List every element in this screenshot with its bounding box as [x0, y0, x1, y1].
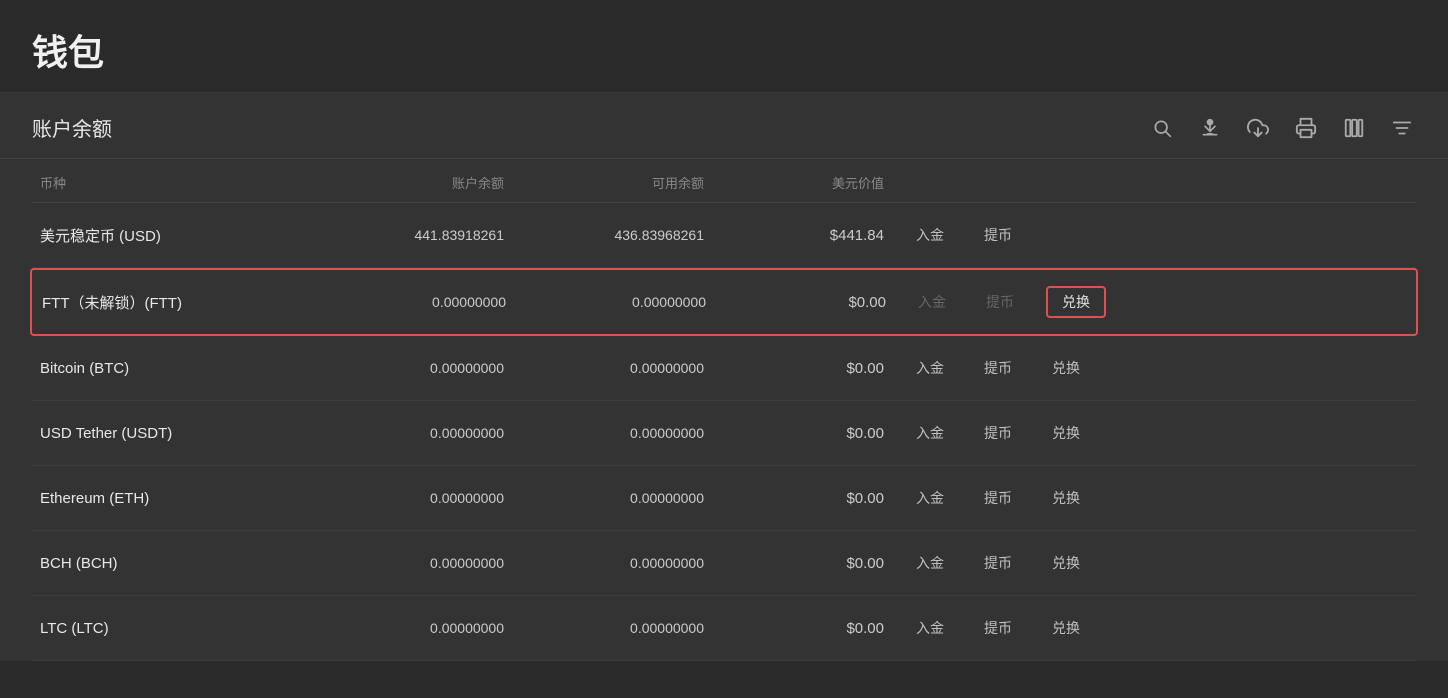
withdraw-btn-bch[interactable]: 提币 [976, 549, 1020, 577]
deposit-btn-ltc[interactable]: 入金 [908, 614, 952, 642]
table-body: 美元稳定币 (USD)441.83918261436.83968261$441.… [32, 203, 1416, 661]
deposit-btn-eth[interactable]: 入金 [908, 484, 952, 512]
available-ftt: 0.00000000 [514, 294, 714, 310]
usd-value-usd: $441.84 [712, 227, 892, 244]
actions-usd: 入金提币 [892, 221, 1416, 249]
balance-bch: 0.00000000 [312, 555, 512, 571]
column-headers: 币种 账户余额 可用余额 美元价值 [32, 159, 1416, 203]
available-btc: 0.00000000 [512, 360, 712, 376]
actions-eth: 入金提币兑换 [892, 484, 1416, 512]
withdraw-btn-eth[interactable]: 提币 [976, 484, 1020, 512]
col-currency: 币种 [32, 173, 312, 192]
balance-btc: 0.00000000 [312, 360, 512, 376]
withdraw-btn-ftt: 提币 [978, 288, 1022, 316]
currency-name-usd: 美元稳定币 (USD) [32, 225, 312, 246]
actions-ftt: 入金提币兑换 [894, 286, 1414, 318]
balance-usd: 441.83918261 [312, 227, 512, 243]
col-balance: 账户余额 [312, 173, 512, 192]
usd-value-usdt: $0.00 [712, 425, 892, 442]
usd-value-bch: $0.00 [712, 555, 892, 572]
exchange-btn-bch[interactable]: 兑换 [1044, 549, 1088, 577]
page-title: 钱包 [32, 24, 1416, 76]
deposit-btn-ftt: 入金 [910, 288, 954, 316]
table-row-usd: 美元稳定币 (USD)441.83918261436.83968261$441.… [32, 203, 1416, 268]
col-usd: 美元价值 [712, 173, 892, 192]
withdraw-btn-usd[interactable]: 提币 [976, 221, 1020, 249]
table-row-bch: BCH (BCH)0.000000000.00000000$0.00入金提币兑换 [32, 531, 1416, 596]
search-icon[interactable] [1148, 114, 1176, 142]
available-usdt: 0.00000000 [512, 425, 712, 441]
table-row-ltc: LTC (LTC)0.000000000.00000000$0.00入金提币兑换 [32, 596, 1416, 661]
download-cloud-icon[interactable] [1244, 114, 1272, 142]
download-icon[interactable] [1196, 114, 1224, 142]
section-header: 账户余额 [0, 93, 1448, 159]
table-row-btc: Bitcoin (BTC)0.000000000.00000000$0.00入金… [32, 336, 1416, 401]
usd-value-btc: $0.00 [712, 360, 892, 377]
currency-name-usdt: USD Tether (USDT) [32, 425, 312, 442]
usd-value-eth: $0.00 [712, 490, 892, 507]
available-usd: 436.83968261 [512, 227, 712, 243]
available-ltc: 0.00000000 [512, 620, 712, 636]
deposit-btn-bch[interactable]: 入金 [908, 549, 952, 577]
actions-ltc: 入金提币兑换 [892, 614, 1416, 642]
table-row-eth: Ethereum (ETH)0.000000000.00000000$0.00入… [32, 466, 1416, 531]
actions-btc: 入金提币兑换 [892, 354, 1416, 382]
actions-usdt: 入金提币兑换 [892, 419, 1416, 447]
wallet-container: 账户余额 [0, 93, 1448, 661]
columns-icon[interactable] [1340, 114, 1368, 142]
deposit-btn-usdt[interactable]: 入金 [908, 419, 952, 447]
deposit-btn-usd[interactable]: 入金 [908, 221, 952, 249]
table-row-ftt: FTT（未解锁）(FTT)0.000000000.00000000$0.00入金… [30, 268, 1418, 336]
table-row-usdt: USD Tether (USDT)0.000000000.00000000$0.… [32, 401, 1416, 466]
exchange-btn-btc[interactable]: 兑换 [1044, 354, 1088, 382]
deposit-btn-btc[interactable]: 入金 [908, 354, 952, 382]
withdraw-btn-usdt[interactable]: 提币 [976, 419, 1020, 447]
exchange-btn-eth[interactable]: 兑换 [1044, 484, 1088, 512]
available-eth: 0.00000000 [512, 490, 712, 506]
exchange-btn-ltc[interactable]: 兑换 [1044, 614, 1088, 642]
table-wrapper: 币种 账户余额 可用余额 美元价值 美元稳定币 (USD)441.8391826… [0, 159, 1448, 661]
print-icon[interactable] [1292, 114, 1320, 142]
filter-icon[interactable] [1388, 114, 1416, 142]
balance-usdt: 0.00000000 [312, 425, 512, 441]
exchange-btn-ftt[interactable]: 兑换 [1046, 286, 1106, 318]
currency-name-ftt: FTT（未解锁）(FTT) [34, 292, 314, 313]
page-header: 钱包 [0, 0, 1448, 93]
available-bch: 0.00000000 [512, 555, 712, 571]
actions-bch: 入金提币兑换 [892, 549, 1416, 577]
col-available: 可用余额 [512, 173, 712, 192]
withdraw-btn-ltc[interactable]: 提币 [976, 614, 1020, 642]
header-actions [1148, 114, 1416, 142]
section-title: 账户余额 [32, 113, 112, 142]
balance-ftt: 0.00000000 [314, 294, 514, 310]
currency-name-eth: Ethereum (ETH) [32, 490, 312, 507]
usd-value-ftt: $0.00 [714, 294, 894, 311]
withdraw-btn-btc[interactable]: 提币 [976, 354, 1020, 382]
col-actions [892, 173, 1416, 192]
currency-name-btc: Bitcoin (BTC) [32, 360, 312, 377]
exchange-btn-usdt[interactable]: 兑换 [1044, 419, 1088, 447]
balance-eth: 0.00000000 [312, 490, 512, 506]
currency-name-ltc: LTC (LTC) [32, 620, 312, 637]
usd-value-ltc: $0.00 [712, 620, 892, 637]
balance-ltc: 0.00000000 [312, 620, 512, 636]
currency-name-bch: BCH (BCH) [32, 555, 312, 572]
